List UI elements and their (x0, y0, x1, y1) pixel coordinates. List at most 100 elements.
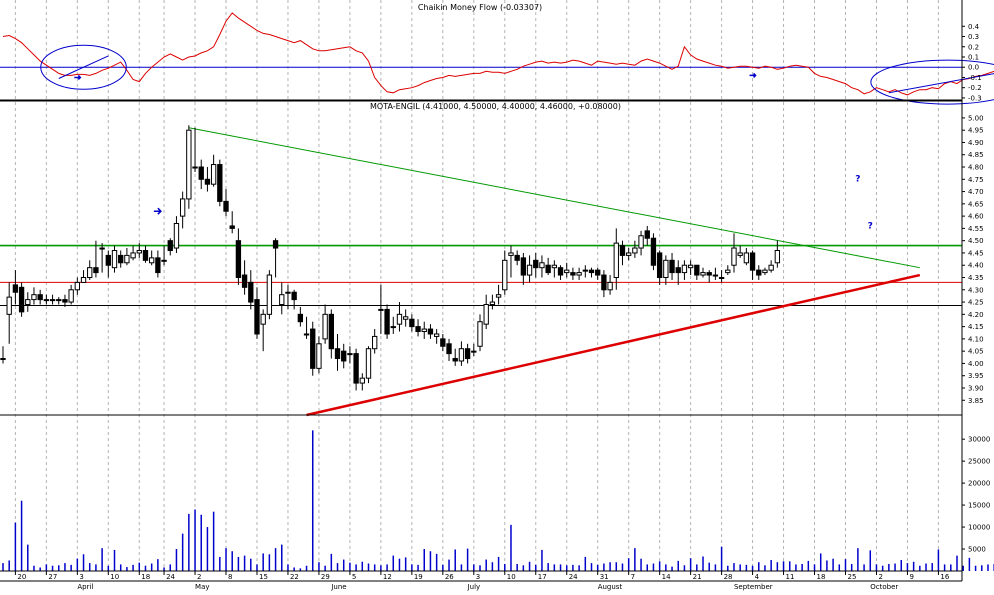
candle-body (124, 254, 130, 264)
y-tick-label: 0.0 (968, 64, 979, 72)
candle-body (644, 230, 650, 239)
candle-body (341, 350, 347, 362)
candle-body (322, 313, 328, 340)
candle-body (149, 257, 155, 264)
candle-body (12, 284, 19, 293)
x-day-label: 24 (166, 573, 175, 581)
y-tick-label: 4.90 (968, 139, 984, 147)
candle-body (37, 294, 43, 301)
candle-body (458, 348, 465, 362)
candle-body (409, 318, 415, 328)
candle-body (173, 222, 180, 249)
x-day-label: 10 (507, 573, 516, 581)
candle-body (762, 269, 768, 274)
candle-body (756, 269, 762, 276)
candle-body (390, 326, 396, 329)
y-tick-label: 4.20 (968, 311, 984, 319)
candle-body (217, 164, 223, 202)
candle-body (49, 299, 56, 302)
candle-body (192, 166, 198, 169)
candle-body (483, 304, 489, 325)
candle-body (136, 249, 142, 254)
candle-body (254, 299, 260, 335)
candle-body (142, 249, 149, 261)
x-day-label: 5 (352, 573, 356, 581)
stock-chart: ?? -0.3 -0.2 -0.1 0.0 0.1 0.2 0.3 0.4 3.85 3.90 3.… (0, 0, 994, 591)
x-day-label: 29 (321, 573, 330, 581)
x-day-label: 11 (786, 573, 795, 581)
y-tick-label: 4.70 (968, 188, 984, 196)
candle-body (303, 333, 310, 336)
y-tick-label: 3.90 (968, 384, 984, 392)
candle-body (675, 267, 681, 274)
x-day-label: 20 (17, 573, 26, 581)
candle-body (514, 254, 520, 261)
candle-body (582, 269, 588, 272)
candle-body (545, 264, 551, 274)
x-day-label: 19 (414, 573, 423, 581)
y-tick-label: 5000 (968, 546, 986, 554)
candle (18, 282, 25, 317)
candle-body (328, 313, 334, 350)
candle-body (186, 129, 192, 200)
y-tick-label: 3.85 (968, 397, 984, 405)
candle-body (576, 272, 582, 276)
candle-body (155, 257, 161, 274)
candle-body (291, 291, 297, 301)
y-tick-label: 4.45 (968, 249, 984, 257)
candle-body (718, 277, 725, 280)
x-day-label: 9 (909, 573, 913, 581)
y-tick-label: 5.00 (968, 114, 984, 122)
y-tick-label: 0.4 (968, 23, 980, 31)
y-tick-label: 4.55 (968, 225, 984, 233)
x-month-label: July (467, 583, 481, 591)
candle-body (167, 240, 173, 251)
candle-body (279, 294, 285, 306)
candle-body (737, 252, 743, 256)
candle (266, 270, 273, 320)
y-tick-label: 4.15 (968, 323, 984, 331)
candle-body (266, 274, 273, 315)
candle-body (626, 252, 632, 256)
candle-body (749, 252, 756, 271)
candle-body (489, 301, 496, 306)
x-day-label: 7 (631, 573, 635, 581)
candle-body (669, 259, 675, 274)
candle-body (520, 257, 527, 276)
y-tick-label: 4.95 (968, 127, 984, 135)
candle-body (495, 294, 502, 298)
candle-body (508, 252, 514, 256)
candle-body (62, 299, 68, 303)
x-day-label: 31 (600, 573, 609, 581)
candle-body (204, 178, 211, 185)
candle-body (687, 264, 694, 269)
candle-body (93, 267, 99, 274)
y-tick-label: 0.3 (968, 33, 979, 41)
y-tick-label: 4.65 (968, 200, 984, 208)
x-day-label: 28 (724, 573, 733, 581)
x-day-label: 22 (290, 573, 299, 581)
candle-body (656, 252, 663, 279)
candle-body (43, 299, 50, 302)
candle (310, 321, 316, 376)
candle-body (384, 308, 390, 335)
candle-body (471, 350, 477, 353)
candle-body (198, 166, 204, 180)
y-tick-label: 30000 (968, 436, 990, 444)
x-day-label: 21 (693, 573, 702, 581)
candle-body (464, 348, 471, 360)
candle-body (179, 198, 186, 217)
y-tick-label: 25000 (968, 458, 990, 466)
candle-body (396, 313, 403, 325)
chart-canvas: ?? -0.3 -0.2 -0.1 0.0 0.1 0.2 0.3 0.4 3.85 3.90 3.… (0, 0, 994, 591)
candle-body (378, 308, 384, 311)
candle-body (334, 348, 341, 360)
candle-body (0, 358, 6, 361)
candle-body (774, 249, 781, 264)
candle-body (260, 313, 266, 325)
candle-body (347, 353, 353, 356)
candle (384, 304, 390, 339)
candle-body (613, 242, 619, 279)
x-day-label: 26 (445, 573, 454, 581)
x-day-label: 12 (383, 573, 392, 581)
